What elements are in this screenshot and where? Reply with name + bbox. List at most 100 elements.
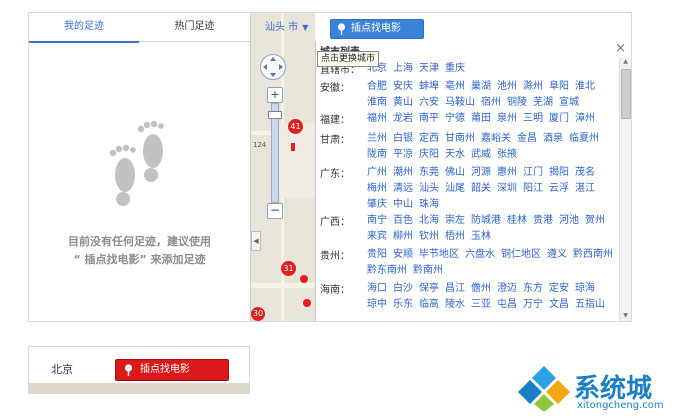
city-link[interactable]: 三明 bbox=[523, 113, 543, 124]
city-link[interactable]: 滁州 bbox=[523, 81, 543, 92]
city-link[interactable]: 佛山 bbox=[445, 167, 465, 178]
close-icon[interactable]: × bbox=[615, 41, 626, 56]
city-link[interactable]: 汕尾 bbox=[445, 183, 465, 194]
city-link[interactable]: 揭阳 bbox=[549, 167, 569, 178]
city-link[interactable]: 白沙 bbox=[393, 283, 413, 294]
city-link[interactable]: 陇南 bbox=[367, 149, 387, 160]
city-link[interactable]: 六盘水 bbox=[465, 249, 495, 260]
city-link[interactable]: 文昌 bbox=[549, 299, 569, 310]
city-link[interactable]: 宿州 bbox=[481, 97, 501, 108]
city-link[interactable]: 临高 bbox=[419, 299, 439, 310]
city-link[interactable]: 河源 bbox=[471, 167, 491, 178]
city-link[interactable]: 嘉峪关 bbox=[481, 133, 511, 144]
city-link[interactable]: 昌江 bbox=[445, 283, 465, 294]
tab-hot-footprints[interactable]: 热门足迹 bbox=[139, 13, 250, 41]
city-link[interactable]: 定西 bbox=[419, 133, 439, 144]
city-link[interactable]: 毕节地区 bbox=[419, 249, 459, 260]
city-link[interactable]: 三亚 bbox=[471, 299, 491, 310]
map-marker[interactable]: 41 bbox=[288, 119, 303, 134]
city-link[interactable]: 黔东南州 bbox=[367, 265, 407, 276]
city-link[interactable]: 东方 bbox=[523, 283, 543, 294]
zoom-out-button[interactable]: − bbox=[267, 203, 283, 219]
city-link[interactable]: 来宾 bbox=[367, 231, 387, 242]
city-link[interactable]: 桂林 bbox=[507, 215, 527, 226]
city-link[interactable]: 百色 bbox=[393, 215, 413, 226]
city-link[interactable]: 安庆 bbox=[393, 81, 413, 92]
city-link[interactable]: 临夏州 bbox=[569, 133, 599, 144]
city-link[interactable]: 福州 bbox=[367, 113, 387, 124]
map-area[interactable]: 124 + − 41 31 30 ◀ bbox=[251, 13, 315, 321]
city-link[interactable]: 珠海 bbox=[419, 199, 439, 210]
city-link[interactable]: 蚌埠 bbox=[419, 81, 439, 92]
city-link[interactable]: 乐东 bbox=[393, 299, 413, 310]
city-link[interactable]: 阜阳 bbox=[549, 81, 569, 92]
city-link[interactable]: 张掖 bbox=[497, 149, 517, 160]
city-link[interactable]: 贺州 bbox=[585, 215, 605, 226]
map-area[interactable] bbox=[29, 383, 249, 393]
city-link[interactable]: 深圳 bbox=[497, 183, 517, 194]
city-link[interactable]: 东莞 bbox=[419, 167, 439, 178]
city-link[interactable]: 茂名 bbox=[575, 167, 595, 178]
city-link[interactable]: 合肥 bbox=[367, 81, 387, 92]
city-link[interactable]: 淮北 bbox=[575, 81, 595, 92]
city-link[interactable]: 泉州 bbox=[497, 113, 517, 124]
find-movie-button[interactable]: 插点找电影 bbox=[115, 359, 229, 381]
city-link[interactable]: 云浮 bbox=[549, 183, 569, 194]
city-link[interactable]: 崇左 bbox=[445, 215, 465, 226]
city-link[interactable]: 潮州 bbox=[393, 167, 413, 178]
city-link[interactable]: 阳江 bbox=[523, 183, 543, 194]
city-link[interactable]: 保亭 bbox=[419, 283, 439, 294]
zoom-slider-handle[interactable] bbox=[268, 111, 282, 119]
city-link[interactable]: 武威 bbox=[471, 149, 491, 160]
tab-my-footprints[interactable]: 我的足迹 bbox=[29, 13, 139, 43]
city-link[interactable]: 黄山 bbox=[393, 97, 413, 108]
city-link[interactable]: 厦门 bbox=[549, 113, 569, 124]
city-link[interactable]: 宁德 bbox=[445, 113, 465, 124]
city-link[interactable]: 亳州 bbox=[445, 81, 465, 92]
city-selector[interactable]: 汕头 市 ▼ bbox=[265, 19, 308, 37]
map-marker[interactable]: 30 bbox=[251, 307, 265, 321]
city-link[interactable]: 天津 bbox=[419, 63, 439, 74]
map-marker[interactable] bbox=[303, 299, 311, 307]
map-marker[interactable]: 31 bbox=[281, 261, 296, 276]
city-link[interactable]: 南平 bbox=[419, 113, 439, 124]
city-link[interactable]: 黔南州 bbox=[413, 265, 443, 276]
city-link[interactable]: 兰州 bbox=[367, 133, 387, 144]
city-link[interactable]: 韶关 bbox=[471, 183, 491, 194]
city-link[interactable]: 海口 bbox=[367, 283, 387, 294]
city-link[interactable]: 贵阳 bbox=[367, 249, 387, 260]
city-link[interactable]: 屯昌 bbox=[497, 299, 517, 310]
city-link[interactable]: 宣城 bbox=[559, 97, 579, 108]
city-link[interactable]: 梅州 bbox=[367, 183, 387, 194]
city-link[interactable]: 广州 bbox=[367, 167, 387, 178]
zoom-in-button[interactable]: + bbox=[267, 87, 283, 103]
city-link[interactable]: 湛江 bbox=[575, 183, 595, 194]
city-link[interactable]: 柳州 bbox=[393, 231, 413, 242]
city-link[interactable]: 钦州 bbox=[419, 231, 439, 242]
city-link[interactable]: 万宁 bbox=[523, 299, 543, 310]
city-link[interactable]: 莆田 bbox=[471, 113, 491, 124]
city-link[interactable]: 巢湖 bbox=[471, 81, 491, 92]
city-link[interactable]: 马鞍山 bbox=[445, 97, 475, 108]
city-link[interactable]: 芜湖 bbox=[533, 97, 553, 108]
city-link[interactable]: 平凉 bbox=[393, 149, 413, 160]
map-pan-control-icon[interactable] bbox=[259, 53, 287, 81]
city-link[interactable]: 防城港 bbox=[471, 215, 501, 226]
city-link[interactable]: 汕头 bbox=[419, 183, 439, 194]
city-link[interactable]: 贵港 bbox=[533, 215, 553, 226]
city-link[interactable]: 琼海 bbox=[575, 283, 595, 294]
city-link[interactable]: 遵义 bbox=[547, 249, 567, 260]
city-link[interactable]: 酒泉 bbox=[543, 133, 563, 144]
city-link[interactable]: 河池 bbox=[559, 215, 579, 226]
city-link[interactable]: 黔西南州 bbox=[573, 249, 613, 260]
city-link[interactable]: 五指山 bbox=[575, 299, 605, 310]
city-link[interactable]: 陵水 bbox=[445, 299, 465, 310]
city-link[interactable]: 漳州 bbox=[575, 113, 595, 124]
collapse-panel-button[interactable]: ◀ bbox=[251, 231, 261, 251]
city-link[interactable]: 龙岩 bbox=[393, 113, 413, 124]
city-link[interactable]: 中山 bbox=[393, 199, 413, 210]
city-link[interactable]: 儋州 bbox=[471, 283, 491, 294]
city-link[interactable]: 重庆 bbox=[445, 63, 465, 74]
city-link[interactable]: 南宁 bbox=[367, 215, 387, 226]
city-link[interactable]: 安顺 bbox=[393, 249, 413, 260]
